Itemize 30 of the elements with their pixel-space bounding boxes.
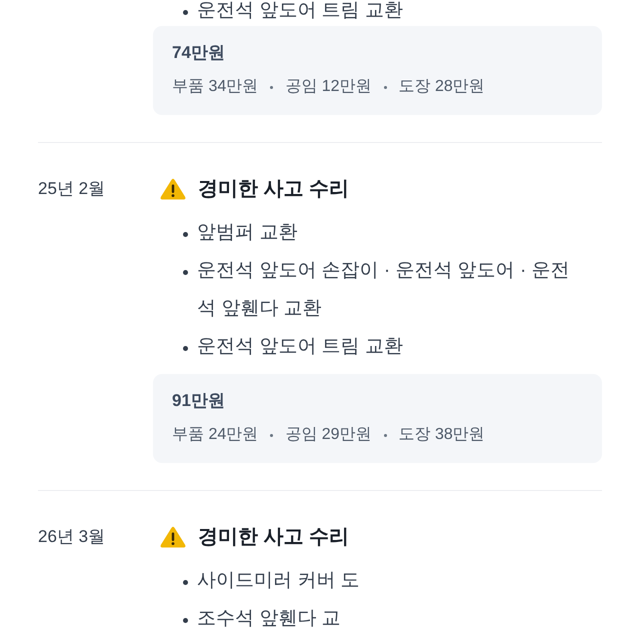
cost-total: 74만원 xyxy=(172,42,226,64)
bullet-dot-icon xyxy=(183,580,188,585)
record-date: 26년 3월 xyxy=(38,526,106,548)
cost-total: 91만원 xyxy=(172,390,226,412)
cost-breakdown-item: 공임 12만원 xyxy=(285,77,372,97)
separator-dot-icon xyxy=(384,86,386,88)
bullet-dot-icon xyxy=(183,618,188,623)
record-title: 경미한 사고 수리 xyxy=(198,177,350,202)
repair-item-text: 사이드미러 커버 도 xyxy=(197,569,361,593)
cost-breakdown-item: 공임 29만원 xyxy=(285,425,372,445)
bullet-dot-icon xyxy=(183,10,188,15)
repair-item-text: 앞범퍼 교환 xyxy=(197,221,298,245)
cost-breakdown-item: 도장 28만원 xyxy=(398,77,485,97)
repair-item-text: 운전석 앞도어 손잡이 · 운전석 앞도어 · 운전석 앞휀다 교환 xyxy=(197,259,571,321)
bullet-dot-icon xyxy=(183,346,188,351)
warning-icon xyxy=(160,178,186,200)
repair-item-text: 운전석 앞도어 트림 교환 xyxy=(197,335,404,359)
separator-dot-icon xyxy=(384,434,386,436)
separator-dot-icon xyxy=(270,434,274,436)
bullet-dot-icon xyxy=(183,232,188,237)
record-title: 경미한 사고 수리 xyxy=(198,525,350,550)
bullet-dot-icon xyxy=(183,270,188,275)
cost-breakdown-item: 부품 24만원 xyxy=(172,425,258,445)
repair-item-text: 조수석 앞휀다 교 xyxy=(197,607,342,631)
record-date: 25년 2월 xyxy=(38,178,106,200)
repair-item-text: 운전석 앞도어 트림 교환 xyxy=(197,0,404,22)
warning-icon xyxy=(160,526,186,548)
separator-dot-icon xyxy=(270,86,274,88)
cost-breakdown-item: 도장 38만원 xyxy=(398,425,485,445)
cost-breakdown-item: 부품 34만원 xyxy=(172,77,258,97)
